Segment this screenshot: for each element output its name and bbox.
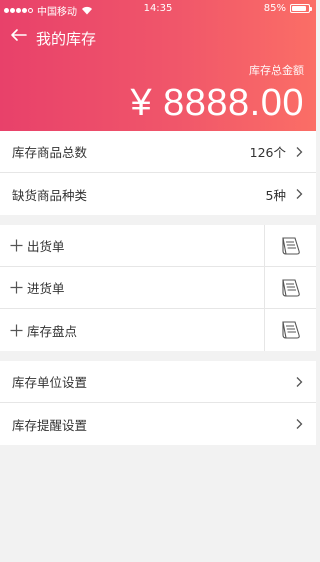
document-button[interactable] bbox=[264, 309, 316, 351]
plus-icon bbox=[10, 281, 23, 294]
plus-icon bbox=[10, 324, 23, 336]
settings-label: 库存提醒设置 bbox=[12, 417, 88, 433]
document-icon bbox=[281, 321, 300, 339]
chevron-right-icon bbox=[296, 189, 303, 199]
total-amount-label: 库存总金额 bbox=[249, 64, 304, 77]
battery-icon bbox=[290, 4, 312, 13]
stat-value: 126个 bbox=[249, 145, 286, 160]
settings-row-stock-reminder[interactable]: 库存提醒设置 bbox=[0, 403, 316, 445]
document-icon bbox=[281, 237, 300, 255]
document-button[interactable] bbox=[264, 267, 316, 309]
settings-label: 库存单位设置 bbox=[12, 375, 88, 390]
chevron-right-icon bbox=[296, 146, 303, 157]
chevron-right-icon bbox=[296, 376, 303, 387]
actions-group: 出货单 进货单 库存盘点 bbox=[0, 225, 316, 351]
status-bar: 中国移动 14:35 85% bbox=[0, 0, 316, 18]
document-icon bbox=[281, 279, 300, 297]
back-arrow-icon[interactable] bbox=[10, 25, 28, 45]
stat-label: 缺货商品种类 bbox=[12, 187, 88, 203]
header: 中国移动 14:35 85% 我的库存 库存总金额 ¥ 8888.00 bbox=[0, 0, 316, 131]
settings-row-stock-unit[interactable]: 库存单位设置 bbox=[0, 361, 316, 403]
total-amount-value: ¥ 8888.00 bbox=[130, 82, 304, 124]
nav-bar: 我的库存 bbox=[0, 22, 316, 52]
action-row-inbound-order[interactable]: 进货单 bbox=[0, 267, 316, 309]
plus-icon bbox=[10, 239, 23, 252]
stat-row-total-products[interactable]: 库存商品总数 126个 bbox=[0, 131, 316, 173]
settings-group: 库存单位设置 库存提醒设置 bbox=[0, 361, 316, 445]
chevron-right-icon bbox=[296, 419, 303, 429]
stat-value: 5种 bbox=[265, 187, 286, 203]
document-button[interactable] bbox=[264, 225, 316, 267]
action-row-stocktake[interactable]: 库存盘点 bbox=[0, 309, 316, 351]
stat-label: 库存商品总数 bbox=[12, 145, 88, 160]
page-title: 我的库存 bbox=[36, 30, 97, 48]
action-row-outbound-order[interactable]: 出货单 bbox=[0, 225, 316, 267]
stats-group: 库存商品总数 126个 缺货商品种类 5种 bbox=[0, 131, 316, 215]
stat-row-out-of-stock[interactable]: 缺货商品种类 5种 bbox=[0, 173, 316, 215]
battery-percent: 85% bbox=[263, 3, 286, 14]
